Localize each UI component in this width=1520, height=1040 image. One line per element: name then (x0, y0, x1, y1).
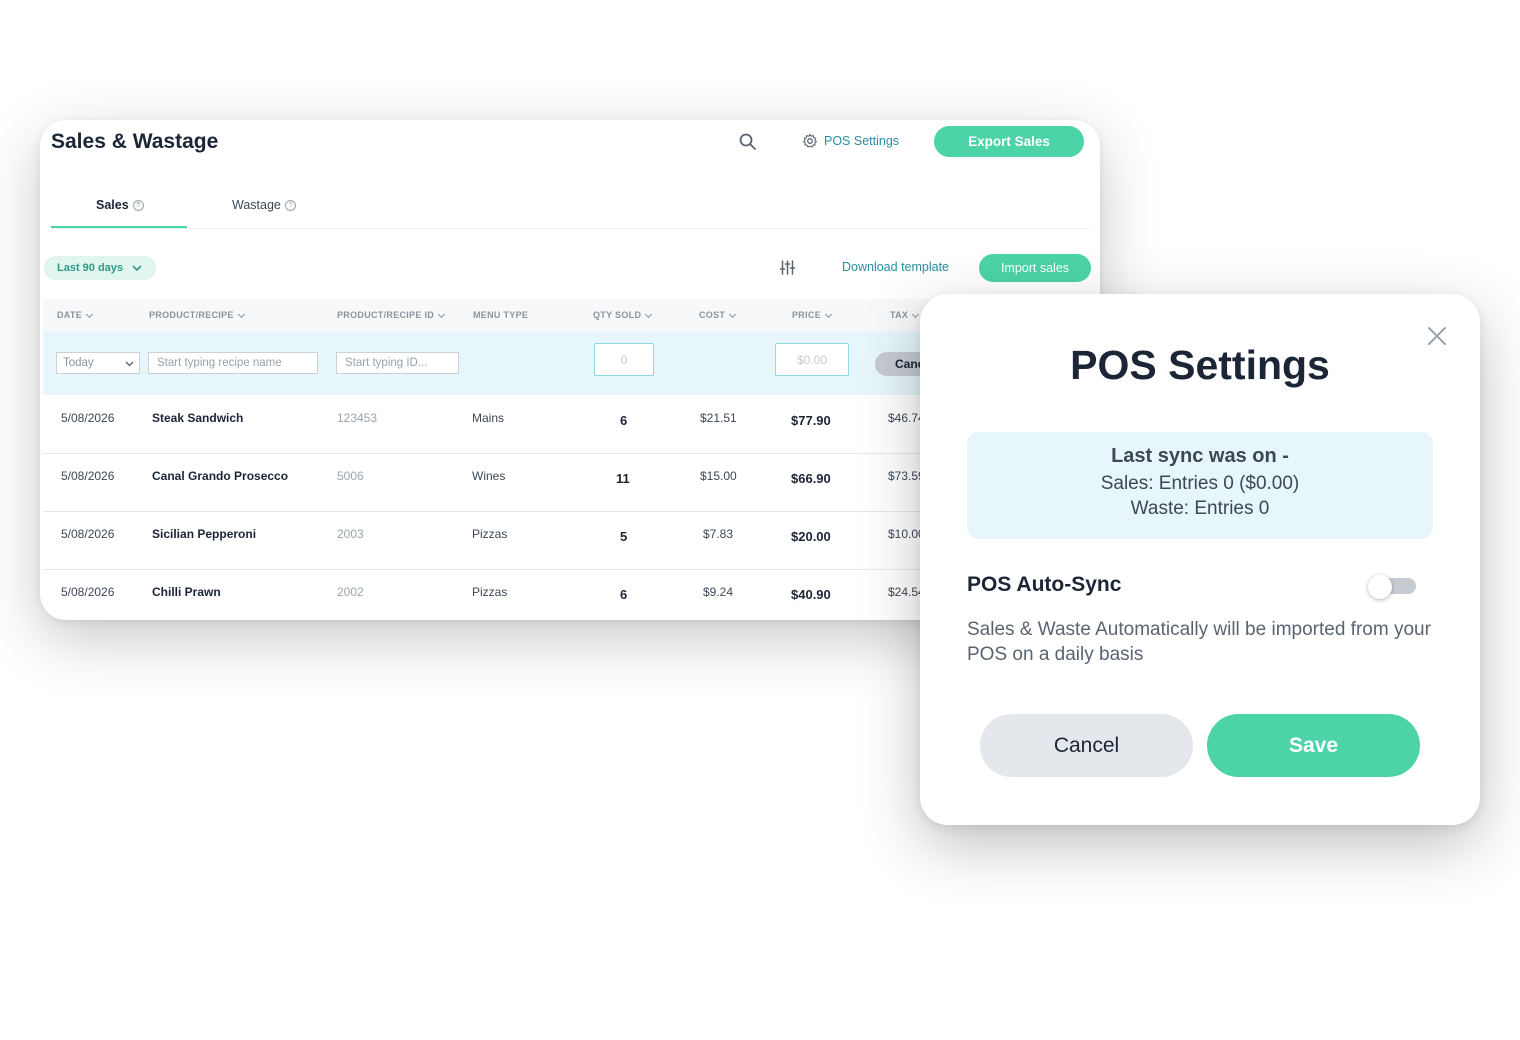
cell-date: 5/08/2026 (61, 469, 115, 483)
cell-id: 5006 (337, 469, 364, 483)
help-icon[interactable]: ? (132, 199, 144, 211)
price-input[interactable] (775, 343, 849, 376)
col-product-id-label: PRODUCT/RECIPE ID (337, 310, 435, 320)
col-date-label: DATE (57, 310, 83, 320)
gear-icon (803, 133, 817, 148)
sort-caret-icon (86, 310, 94, 318)
cell-menu-type: Pizzas (472, 585, 508, 599)
cell-product: Sicilian Pepperoni (152, 527, 257, 541)
cell-id: 2002 (337, 585, 364, 599)
cell-cost: $15.00 (700, 469, 737, 483)
date-select[interactable]: Today (56, 352, 140, 374)
import-sales-button[interactable]: Import sales (979, 254, 1091, 282)
auto-sync-label: POS Auto-Sync (967, 573, 1122, 596)
col-qty-sold[interactable]: QTY SOLD (593, 310, 653, 320)
cell-qty: 11 (616, 471, 630, 486)
cell-date: 5/08/2026 (61, 585, 115, 599)
sort-caret-icon (912, 310, 920, 318)
sort-caret-icon (824, 310, 833, 318)
modal-title: POS Settings (1070, 342, 1330, 388)
col-price[interactable]: PRICE (792, 310, 833, 320)
sync-title: Last sync was on - (1111, 445, 1289, 467)
col-menu-type: MENU TYPE (473, 310, 528, 320)
tab-wastage[interactable]: Wastage ? (232, 198, 296, 212)
sort-caret-icon (237, 310, 245, 318)
cell-date: 5/08/2026 (61, 411, 115, 425)
cell-product: Chilli Prawn (152, 585, 221, 599)
cell-price: $40.90 (791, 587, 831, 602)
help-icon[interactable]: ? (284, 199, 296, 211)
cell-qty: 6 (620, 587, 628, 602)
date-range-dropdown[interactable]: Last 90 days (44, 256, 157, 280)
toggle-knob (1368, 575, 1392, 599)
sync-sales: Sales: Entries 0 ($0.00) (1100, 473, 1300, 494)
cell-cost: $7.83 (703, 527, 734, 541)
col-date[interactable]: DATE (57, 310, 94, 320)
chevron-down-icon (132, 265, 142, 271)
auto-sync-description: Sales & Waste Automatically will be impo… (967, 619, 1431, 665)
qty-input[interactable] (594, 343, 654, 376)
date-select-value: Today (63, 357, 94, 369)
cell-qty: 6 (620, 413, 628, 428)
tab-sales[interactable]: Sales ? (96, 198, 144, 212)
col-product-label: PRODUCT/RECIPE (149, 310, 234, 320)
chevron-down-icon (125, 361, 134, 367)
search-icon[interactable] (738, 132, 758, 152)
cell-menu-type: Mains (472, 411, 505, 425)
sort-caret-icon (645, 310, 653, 318)
active-tab-indicator (51, 226, 187, 228)
col-cost-label: COST (699, 310, 726, 320)
cell-price: $66.90 (791, 471, 831, 486)
pos-settings-link[interactable]: POS Settings (802, 133, 899, 149)
col-product-id[interactable]: PRODUCT/RECIPE ID (337, 310, 446, 320)
cell-id: 2003 (337, 527, 364, 541)
export-sales-button[interactable]: Export Sales (934, 126, 1084, 157)
col-cost[interactable]: COST (699, 310, 737, 320)
tab-wastage-label: Wastage (232, 198, 281, 212)
filter-sliders-icon[interactable] (779, 259, 796, 276)
cell-id: 123453 (337, 411, 378, 425)
page-title: Sales & Wastage (51, 130, 219, 153)
date-range-label: Last 90 days (57, 262, 124, 274)
cancel-button[interactable]: Cancel (980, 714, 1193, 777)
tab-sales-label: Sales (96, 198, 129, 212)
download-template-link[interactable]: Download template (842, 260, 949, 274)
cell-product: Steak Sandwich (152, 411, 244, 425)
col-tax-label: TAX (890, 310, 909, 320)
col-product[interactable]: PRODUCT/RECIPE (149, 310, 245, 320)
col-qty-label: QTY SOLD (593, 310, 642, 320)
cell-cost: $21.51 (700, 411, 737, 425)
cell-menu-type: Pizzas (472, 527, 508, 541)
tab-bar: Sales ? Wastage ? (51, 190, 1091, 229)
col-menu-type-label: MENU TYPE (473, 310, 529, 320)
cell-date: 5/08/2026 (61, 527, 115, 541)
sync-waste: Waste: Entries 0 (1130, 498, 1270, 519)
cell-cost: $9.24 (703, 585, 734, 599)
sort-caret-icon (729, 310, 737, 318)
pos-settings-modal: POS Settings Last sync was on - Sales: E… (920, 294, 1480, 825)
auto-sync-toggle[interactable] (1368, 575, 1418, 599)
sync-status-panel: Last sync was on - Sales: Entries 0 ($0.… (967, 432, 1433, 539)
save-button[interactable]: Save (1207, 714, 1420, 777)
cell-qty: 5 (620, 529, 628, 544)
recipe-id-input[interactable] (336, 352, 459, 374)
cell-menu-type: Wines (472, 469, 506, 483)
col-tax[interactable]: TAX (890, 310, 920, 320)
cell-product: Canal Grando Prosecco (152, 469, 289, 483)
recipe-name-input[interactable] (148, 352, 318, 374)
cell-price: $77.90 (791, 413, 831, 428)
cell-price: $20.00 (791, 529, 831, 544)
col-price-label: PRICE (792, 310, 822, 320)
sort-caret-icon (438, 310, 446, 318)
pos-settings-label: POS Settings (824, 134, 900, 148)
